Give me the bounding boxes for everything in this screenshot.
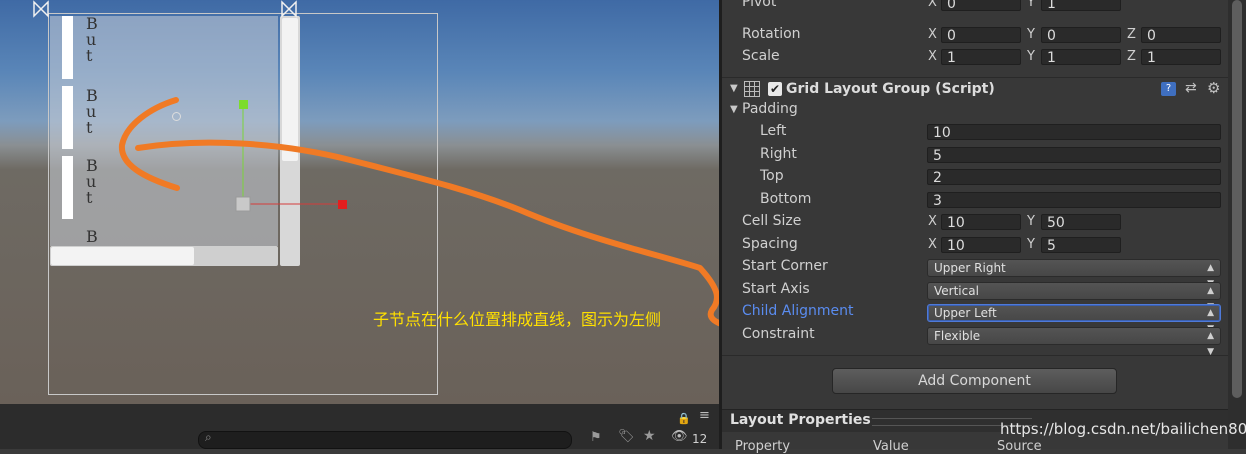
hierarchy-icon[interactable]: ⚑ — [590, 430, 602, 445]
scale-x-field[interactable]: 1 — [941, 49, 1021, 65]
annotation-text: 子节点在什么位置排成直线，图示为左侧 — [373, 310, 662, 329]
constraint-dropdown[interactable]: Flexible ▲ ▼ — [927, 327, 1221, 357]
button-text-2: But — [86, 86, 98, 137]
button-text-4: B — [86, 229, 98, 245]
scale-y-field[interactable]: 1 — [1041, 49, 1121, 65]
spacing-x-field[interactable]: 10 — [941, 237, 1021, 253]
pivot-label: Pivot — [742, 0, 777, 10]
cell-size-x-axis: X — [928, 214, 937, 229]
padding-right-field[interactable]: 5 — [927, 147, 1221, 163]
star-icon[interactable]: ★ — [643, 428, 656, 444]
scale-y-axis: Y — [1027, 49, 1035, 64]
cell-size-label: Cell Size — [742, 213, 802, 229]
padding-top-label: Top — [760, 168, 784, 184]
watermark-text: https://blog.csdn.net/bailichen800 — [1000, 420, 1246, 438]
rotation-z-axis: Z — [1127, 27, 1136, 42]
scrollbar-thumb[interactable] — [1232, 0, 1242, 398]
child-alignment-dropdown[interactable]: Upper Left ▲▼ — [927, 304, 1221, 334]
rotation-x-field[interactable]: 0 — [941, 27, 1021, 43]
foldout-arrow-icon[interactable]: ▼ — [730, 83, 738, 94]
rotation-y-axis: Y — [1027, 27, 1035, 42]
padding-left-field[interactable]: 10 — [927, 124, 1221, 140]
spacing-label: Spacing — [742, 236, 798, 252]
spacing-y-field[interactable]: 5 — [1041, 237, 1121, 253]
start-corner-label: Start Corner — [742, 258, 828, 274]
gear-icon[interactable]: ⚙ — [1207, 79, 1220, 97]
add-component-button[interactable]: Add Component — [832, 368, 1117, 394]
move-gizmo[interactable] — [230, 96, 354, 216]
scale-x-axis: X — [928, 49, 937, 64]
help-icon[interactable]: ? — [1161, 82, 1176, 96]
scale-z-field[interactable]: 1 — [1141, 49, 1221, 65]
start-axis-value: Vertical — [934, 284, 979, 298]
padding-foldout-icon[interactable]: ▼ — [730, 104, 738, 115]
padding-right-label: Right — [760, 146, 797, 162]
pivot-x-axis: X — [928, 0, 937, 10]
enabled-checkbox[interactable]: ✔ — [768, 82, 782, 96]
visible-count: 12 — [692, 432, 708, 446]
layout-properties-title: Layout Properties — [730, 412, 871, 428]
scale-z-axis: Z — [1127, 49, 1136, 64]
cell-size-x-field[interactable]: 10 — [941, 214, 1021, 230]
preset-icon[interactable]: ⇄ — [1185, 80, 1197, 96]
button-text-1: But — [86, 14, 98, 65]
padding-bottom-label: Bottom — [760, 191, 812, 207]
anchor-icon[interactable] — [280, 0, 298, 28]
rotation-x-axis: X — [928, 27, 937, 42]
grid-cell — [62, 156, 73, 219]
search-input[interactable]: ⌕ — [198, 430, 572, 449]
rotation-label: Rotation — [742, 26, 801, 42]
col-value: Value — [873, 439, 909, 454]
component-separator — [722, 77, 1228, 78]
cell-size-y-axis: Y — [1027, 214, 1035, 229]
rotation-y-field[interactable]: 0 — [1041, 27, 1121, 43]
anchor-icon[interactable] — [32, 0, 50, 24]
menu-icon[interactable]: ≡ — [699, 408, 710, 423]
scale-label: Scale — [742, 48, 780, 64]
start-corner-value: Upper Right — [934, 261, 1006, 275]
start-corner-dropdown[interactable]: Upper Right ▲▼ — [927, 259, 1221, 289]
constraint-value: Flexible — [934, 329, 981, 343]
scene-view[interactable]: But But But B 子节点在什么位置排成直线，图示为左侧 — [0, 0, 719, 404]
pivot-y-axis: Y — [1027, 0, 1035, 10]
col-property: Property — [735, 439, 791, 454]
child-alignment-value: Upper Left — [934, 306, 997, 320]
lock-icon[interactable]: 🔒 — [677, 412, 691, 425]
pivot-y-field[interactable]: 1 — [1041, 0, 1121, 11]
component-separator — [722, 355, 1228, 356]
constraint-label: Constraint — [742, 326, 815, 342]
grid-cell — [62, 16, 73, 79]
padding-bottom-field[interactable]: 3 — [927, 192, 1221, 208]
col-source: Source — [997, 439, 1042, 454]
pivot-point-icon[interactable] — [172, 112, 181, 121]
inspector-scrollbar[interactable] — [1228, 0, 1246, 449]
spacing-x-axis: X — [928, 237, 937, 252]
pivot-x-field[interactable]: 0 — [941, 0, 1021, 11]
start-axis-label: Start Axis — [742, 281, 810, 297]
scene-footer: 🔒 ≡ ⌕ ⚑ 🏷 ★ 👁 12 — [0, 404, 719, 449]
spacing-y-axis: Y — [1027, 237, 1035, 252]
component-title: Grid Layout Group (Script) — [786, 81, 995, 97]
child-alignment-label: Child Alignment — [742, 303, 854, 319]
scrollbar-horizontal-handle — [51, 247, 194, 265]
tag-icon[interactable]: 🏷 — [618, 429, 635, 444]
rotation-z-field[interactable]: 0 — [1141, 27, 1221, 43]
padding-left-label: Left — [760, 123, 787, 139]
cell-size-y-field[interactable]: 50 — [1041, 214, 1121, 230]
padding-top-field[interactable]: 2 — [927, 169, 1221, 185]
padding-label: Padding — [742, 101, 798, 117]
grid-layout-icon — [744, 81, 760, 97]
search-icon: ⌕ — [205, 430, 212, 444]
button-text-3: But — [86, 156, 98, 207]
grid-cell — [62, 86, 73, 149]
start-axis-dropdown[interactable]: Vertical ▲▼ — [927, 282, 1221, 312]
visibility-icon[interactable]: 👁 — [671, 429, 688, 444]
